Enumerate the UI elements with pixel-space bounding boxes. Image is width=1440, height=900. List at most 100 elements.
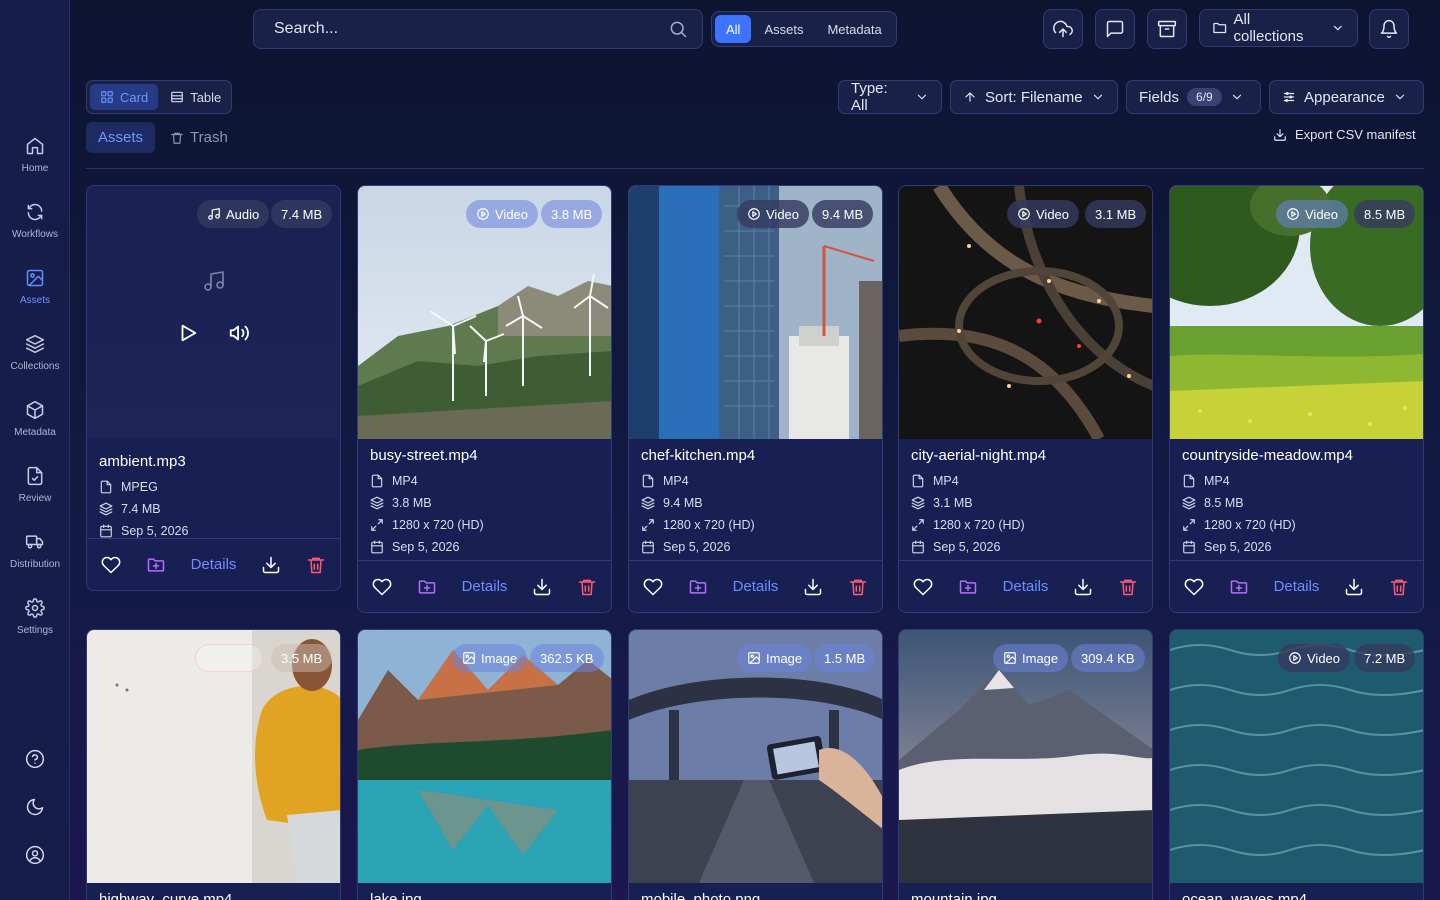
search-input[interactable] — [274, 20, 668, 38]
file-check-icon — [27, 466, 43, 486]
scope-assets-button[interactable]: Assets — [753, 15, 814, 43]
asset-thumbnail: Video 9.4 MB — [629, 186, 882, 439]
fields-dropdown[interactable]: Fields 6/9 — [1126, 80, 1261, 114]
favorite-button[interactable] — [913, 577, 933, 597]
sort-dropdown[interactable]: Sort: Filename — [950, 80, 1118, 114]
details-button[interactable]: Details — [1274, 578, 1320, 595]
calendar-icon — [371, 540, 383, 554]
download-button[interactable] — [1344, 577, 1364, 597]
favorite-button[interactable] — [372, 577, 392, 597]
sidebar-item-assets[interactable]: Assets — [0, 256, 70, 318]
sidebar-item-home[interactable]: Home — [0, 124, 70, 186]
add-to-collection-button[interactable] — [688, 577, 708, 597]
scope-all-button[interactable]: All — [715, 15, 752, 43]
meta-date: Sep 5, 2026 — [641, 536, 870, 558]
table-view-button[interactable]: Table — [160, 84, 231, 110]
meta-format: MPEG — [99, 476, 328, 498]
type-badge-label: Video — [1036, 206, 1070, 222]
meta-size-value: 9.4 MB — [663, 496, 703, 510]
add-to-collection-button[interactable] — [958, 577, 978, 597]
meta-date: Sep 5, 2026 — [370, 536, 599, 558]
home-icon — [26, 137, 44, 155]
type-badge-label: Video — [1307, 650, 1341, 666]
card-actions: Details — [87, 538, 340, 590]
profile-button[interactable] — [22, 842, 48, 868]
asset-card[interactable]: Audio 7.4 MB ambient.mp3 MPEG 7.4 MB Sep… — [86, 185, 341, 591]
folder-plus-icon — [689, 579, 707, 594]
add-to-collection-button[interactable] — [146, 555, 166, 575]
card-actions: Details — [1170, 560, 1423, 612]
download-button[interactable] — [803, 577, 823, 597]
asset-card[interactable]: Video 3.8 MB busy-street.mp4 MP4 3.8 MB … — [357, 185, 612, 613]
folder-plus-icon — [1230, 579, 1248, 594]
asset-card[interactable]: Video 7.2 MB ocean_waves.mp4 — [1169, 629, 1424, 900]
asset-card[interactable]: Image 1.5 MB mobile_photo.png — [628, 629, 883, 900]
heart-icon — [372, 578, 392, 595]
download-button[interactable] — [261, 555, 281, 575]
type-badge: Audio — [197, 200, 270, 228]
favorite-button[interactable] — [1184, 577, 1204, 597]
volume-icon[interactable] — [228, 322, 250, 344]
layers-icon — [99, 502, 113, 516]
download-button[interactable] — [532, 577, 552, 597]
sidebar-item-settings[interactable]: Settings — [0, 586, 70, 648]
card-actions: Details — [899, 560, 1152, 612]
asset-card[interactable]: Image 309.4 KB mountain.jpg — [898, 629, 1153, 900]
appearance-dropdown[interactable]: Appearance — [1269, 80, 1424, 114]
upload-button[interactable] — [1043, 9, 1083, 49]
sidebar-item-distribution[interactable]: Distribution — [0, 520, 70, 582]
asset-card[interactable]: Video 8.5 MB countryside-meadow.mp4 MP4 … — [1169, 185, 1424, 613]
asset-card[interactable]: Video 3.1 MB city-aerial-night.mp4 MP4 3… — [898, 185, 1153, 613]
notifications-button[interactable] — [1369, 9, 1409, 49]
tab-trash[interactable]: Trash — [158, 122, 240, 153]
asset-card[interactable]: 3.5 MB highway_curve.mp4 — [86, 629, 341, 900]
help-button[interactable] — [22, 746, 48, 772]
add-to-collection-button[interactable] — [1229, 577, 1249, 597]
delete-button[interactable] — [577, 577, 597, 597]
sidebar-item-workflows[interactable]: Workflows — [0, 190, 70, 252]
play-icon[interactable] — [177, 322, 199, 344]
export-csv-button[interactable]: Export CSV manifest — [1273, 127, 1416, 142]
sidebar-item-review[interactable]: Review — [0, 454, 70, 516]
type-filter-dropdown[interactable]: Type: All — [838, 80, 942, 114]
comments-button[interactable] — [1095, 9, 1135, 49]
archive-button[interactable] — [1147, 9, 1187, 49]
delete-button[interactable] — [306, 555, 326, 575]
download-button[interactable] — [1073, 577, 1093, 597]
details-button[interactable]: Details — [1003, 578, 1049, 595]
details-button[interactable]: Details — [191, 556, 237, 573]
trash-icon — [578, 579, 596, 595]
meta-format-value: MP4 — [933, 474, 959, 488]
collections-dropdown[interactable]: All collections — [1199, 9, 1358, 47]
scope-metadata-button[interactable]: Metadata — [816, 15, 892, 43]
asset-card[interactable]: Image 362.5 KB lake.jpg — [357, 629, 612, 900]
search-icon[interactable] — [668, 19, 688, 39]
heart-icon — [1184, 578, 1204, 595]
archive-icon — [1157, 20, 1177, 38]
file-icon — [912, 474, 924, 488]
sidebar-item-collections[interactable]: Collections — [0, 322, 70, 384]
meta-resolution: 1280 x 720 (HD) — [911, 514, 1140, 536]
image-icon — [748, 652, 760, 664]
meta-format-value: MP4 — [1204, 474, 1230, 488]
sidebar-item-metadata[interactable]: Metadata — [0, 388, 70, 450]
asset-thumbnail: Video 7.2 MB — [1170, 630, 1423, 883]
add-to-collection-button[interactable] — [417, 577, 437, 597]
delete-button[interactable] — [1118, 577, 1138, 597]
card-view-button[interactable]: Card — [90, 84, 159, 110]
meta-format: MP4 — [370, 470, 599, 492]
meta-resolution: 1280 x 720 (HD) — [1182, 514, 1411, 536]
theme-toggle-button[interactable] — [22, 794, 48, 820]
delete-button[interactable] — [848, 577, 868, 597]
layers-icon — [641, 496, 655, 510]
tab-assets[interactable]: Assets — [86, 122, 156, 153]
asset-filename: ocean_waves.mp4 — [1182, 891, 1308, 900]
favorite-button[interactable] — [643, 577, 663, 597]
details-button[interactable]: Details — [462, 578, 508, 595]
asset-card[interactable]: Video 9.4 MB chef-kitchen.mp4 MP4 9.4 MB… — [628, 185, 883, 613]
meta-date: Sep 5, 2026 — [1182, 536, 1411, 558]
delete-button[interactable] — [1389, 577, 1409, 597]
favorite-button[interactable] — [101, 555, 121, 575]
folder-plus-icon — [147, 557, 165, 572]
details-button[interactable]: Details — [733, 578, 779, 595]
